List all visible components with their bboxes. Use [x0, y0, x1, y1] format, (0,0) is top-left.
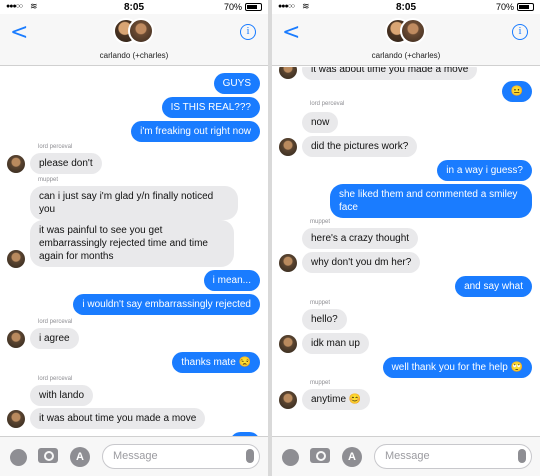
status-bar: ●●●○○ ≋ 8:05 70%: [272, 0, 540, 14]
sender-name: lord perceval: [38, 319, 73, 325]
avatar: [7, 250, 25, 268]
message-bubble-incoming: now: [302, 112, 339, 133]
avatar: [279, 67, 297, 79]
digital-touch-icon[interactable]: [282, 449, 299, 466]
message-list: it was about time you made a move 😐 lord…: [272, 67, 540, 436]
message-bubble-outgoing: she liked them and commented a smiley fa…: [330, 184, 532, 218]
battery-icon: [517, 3, 534, 11]
camera-icon[interactable]: [38, 448, 58, 463]
sender-name: muppet: [310, 380, 331, 386]
digital-touch-icon[interactable]: [10, 449, 27, 466]
message-bubble-outgoing: i wouldn't say embarrassingly rejected: [73, 294, 260, 315]
message-bubble-outgoing: GUYS: [213, 73, 260, 94]
chat-screen-right: ●●●○○ ≋ 8:05 70% < carlando (+charles) i…: [272, 0, 540, 476]
status-bar: ●●●○○ ≋ 8:05 70%: [0, 0, 268, 14]
conversation-title[interactable]: carlando (+charles): [272, 51, 540, 60]
message-bubble-outgoing: i mean...: [203, 270, 260, 291]
avatar: [279, 391, 297, 409]
message-bubble-incoming: please don't: [30, 153, 102, 174]
group-avatars[interactable]: [113, 16, 155, 46]
battery-icon: [245, 3, 262, 11]
message-bubble-incoming: idk man up: [302, 333, 369, 354]
avatar: [279, 335, 297, 353]
message-bubble-incoming: did the pictures work?: [302, 136, 418, 157]
app-store-icon[interactable]: A: [342, 447, 362, 467]
sender-name: muppet: [310, 219, 331, 225]
compose-bar: A Message: [272, 436, 540, 476]
message-bubble-incoming: anytime 😊: [302, 389, 371, 410]
message-bubble-outgoing: well thank you for the help 🙄: [382, 357, 532, 378]
microphone-icon[interactable]: [246, 449, 254, 463]
message-bubble-incoming: it was about time you made a move: [30, 408, 206, 429]
message-bubble-incoming: hello?: [302, 309, 347, 330]
message-bubble-incoming: can i just say i'm glad y/n finally noti…: [30, 186, 238, 220]
message-bubble-outgoing: IS THIS REAL???: [161, 97, 260, 118]
conversation-header: < carlando (+charles) i: [272, 14, 540, 66]
conversation-header: < carlando (+charles) i: [0, 14, 268, 66]
message-bubble-incoming: it was painful to see you get embarrassi…: [30, 220, 234, 267]
chat-screen-left: ●●●○○ ≋ 8:05 70% < carlando (+charles) i…: [0, 0, 268, 476]
message-bubble-outgoing: and say what: [455, 276, 532, 297]
sender-name: muppet: [38, 177, 59, 183]
avatar: [400, 18, 426, 44]
message-bubble-outgoing: thanks mate 😒: [172, 352, 260, 373]
message-bubble-incoming: i agree: [30, 328, 79, 349]
info-icon[interactable]: i: [240, 24, 256, 40]
avatar: [128, 18, 154, 44]
avatar: [7, 330, 25, 348]
avatar: [279, 254, 297, 272]
battery-percent: 70%: [495, 2, 514, 12]
avatar: [7, 410, 25, 428]
battery-percent: 70%: [223, 2, 242, 12]
sender-name: lord perceval: [310, 101, 345, 107]
message-bubble-outgoing: in a way i guess?: [437, 160, 532, 181]
message-input[interactable]: Message: [374, 444, 532, 469]
microphone-icon[interactable]: [518, 449, 526, 463]
message-bubble-incoming: here's a crazy thought: [302, 228, 419, 249]
sender-name: lord perceval: [38, 144, 73, 150]
app-store-icon[interactable]: A: [70, 447, 90, 467]
conversation-title[interactable]: carlando (+charles): [0, 51, 268, 60]
message-bubble-incoming: it was about time you made a move: [302, 67, 478, 80]
compose-bar: A Message: [0, 436, 268, 476]
camera-icon[interactable]: [310, 448, 330, 463]
message-list: GUYS IS THIS REAL??? i'm freaking out ri…: [0, 67, 268, 436]
message-bubble-incoming: why don't you dm her?: [302, 252, 421, 273]
message-bubble-incoming: with lando: [30, 385, 94, 406]
message-bubble-outgoing: 😐: [501, 81, 532, 102]
avatar: [279, 138, 297, 156]
message-input[interactable]: Message: [102, 444, 260, 469]
sender-name: muppet: [310, 300, 331, 306]
avatar: [7, 155, 25, 173]
back-chevron-icon[interactable]: <: [282, 20, 300, 45]
info-icon[interactable]: i: [512, 24, 528, 40]
sender-name: lord perceval: [38, 376, 73, 382]
group-avatars[interactable]: [385, 16, 427, 46]
message-bubble-outgoing: i'm freaking out right now: [131, 121, 260, 142]
back-chevron-icon[interactable]: <: [10, 20, 28, 45]
